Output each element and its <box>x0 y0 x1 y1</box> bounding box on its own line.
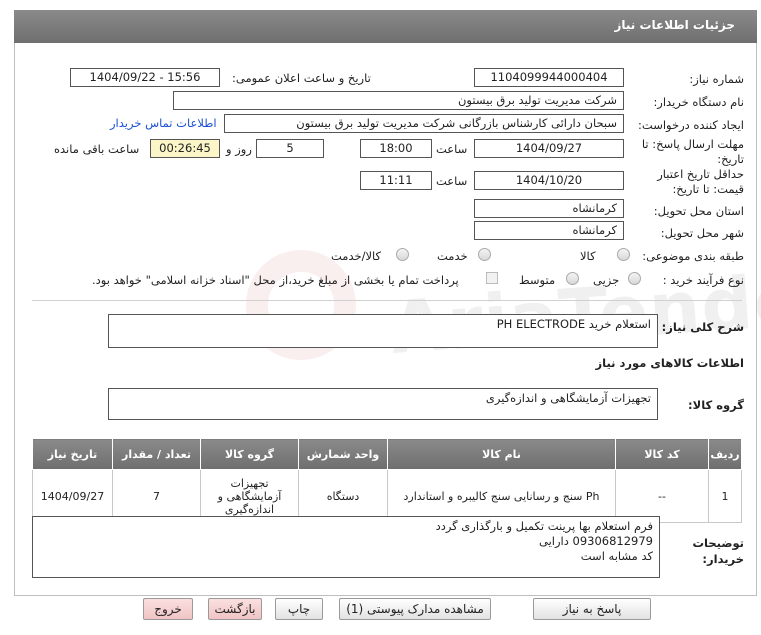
summary-label: شرح کلی نیاز: <box>661 320 744 334</box>
deadline-label: مهلت ارسال پاسخ: تا تاریخ: <box>641 137 744 166</box>
cell-row-number: 1 <box>708 469 742 523</box>
validity-time-label: ساعت <box>436 174 468 188</box>
province-field: کرمانشاه <box>474 199 624 218</box>
category-radio-service[interactable] <box>478 248 491 261</box>
need-number-label: شماره نیاز: <box>689 72 744 86</box>
th-need-date: تاریخ نیاز <box>32 438 113 470</box>
requester-label: ایجاد کننده درخواست: <box>638 118 744 132</box>
category-option-goods: کالا <box>580 249 596 263</box>
exit-button[interactable]: خروج <box>143 598 193 620</box>
cell-quantity: 7 <box>112 469 201 523</box>
contact-buyer-link[interactable]: اطلاعات تماس خریدار <box>110 116 217 130</box>
buyer-org-field: شرکت مدیریت تولید برق بیستون <box>173 91 624 110</box>
category-option-goods-service: کالا/خدمت <box>331 249 382 263</box>
section-divider <box>32 300 742 301</box>
buyer-notes-label: توضیحات خریدار: <box>692 536 745 566</box>
city-field: کرمانشاه <box>474 221 624 240</box>
goods-group-label: گروه کالا: <box>688 398 744 412</box>
days-label: روز و <box>226 142 252 156</box>
attachments-button[interactable]: مشاهده مدارک پیوستی (1) <box>339 598 491 620</box>
buyer-notes-line-1: فرم استعلام بها پرینت تکمیل و بارگذاری گ… <box>435 519 653 533</box>
deadline-date-field: 1404/09/27 <box>474 139 624 158</box>
table-header-row: ردیف کد کالا نام کالا واحد شمارش گروه کا… <box>32 438 742 470</box>
reply-button[interactable]: پاسخ به نیاز <box>533 598 651 620</box>
category-radio-goods-service[interactable] <box>396 248 409 261</box>
th-quantity: تعداد / مقدار <box>112 438 201 470</box>
deadline-time-label: ساعت <box>436 142 468 156</box>
announce-field: 1404/09/22 - 15:56 <box>70 68 220 87</box>
purchase-radio-medium[interactable] <box>566 272 579 285</box>
announce-label: تاریخ و ساعت اعلان عمومی: <box>232 71 371 85</box>
purchase-type-label: نوع فرآیند خرید : <box>662 273 744 287</box>
treasury-checkbox[interactable] <box>486 272 498 284</box>
province-label: استان محل تحویل: <box>653 204 744 218</box>
goods-section-title: اطلاعات کالاهای مورد نیاز <box>595 356 744 370</box>
summary-text: استعلام خرید PH ELECTRODE <box>496 317 651 331</box>
cell-goods-group: تجهیزات آزمایشگاهی و اندازه‌گیری <box>200 469 299 523</box>
cell-goods-code: -- <box>615 469 709 523</box>
remaining-label: ساعت باقی مانده <box>54 142 140 156</box>
cell-need-date: 1404/09/27 <box>32 469 113 523</box>
goods-group-text: تجهیزات آزمایشگاهی و اندازه‌گیری <box>485 391 651 405</box>
city-label: شهر محل تحویل: <box>660 226 744 240</box>
summary-textarea: استعلام خرید PH ELECTRODE <box>108 314 658 348</box>
th-goods-code: کد کالا <box>615 438 709 470</box>
buyer-notes-line-2: 09306812979 دارایی <box>539 534 653 548</box>
th-row-number: ردیف <box>708 438 742 470</box>
category-option-service: خدمت <box>437 249 468 263</box>
cell-unit: دستگاه <box>298 469 388 523</box>
buyer-notes-line-3: کد مشابه است <box>580 549 653 563</box>
need-number-field: 1104099944000404 <box>474 68 624 87</box>
panel-title: جزئیات اطلاعات نیاز <box>614 18 735 32</box>
th-goods-group: گروه کالا <box>200 438 299 470</box>
days-field: 5 <box>256 139 324 158</box>
print-button[interactable]: چاپ <box>275 598 323 620</box>
validity-date-field: 1404/10/20 <box>474 171 624 190</box>
purchase-option-medium: متوسط <box>519 273 556 287</box>
category-radio-goods[interactable] <box>617 248 630 261</box>
validity-label: حداقل تاریخ اعتبار قیمت: تا تاریخ: <box>657 167 744 196</box>
category-label: طبقه بندی موضوعی: <box>642 249 744 263</box>
validity-time-field: 11:11 <box>360 171 432 190</box>
th-goods-name: نام کالا <box>387 438 616 470</box>
back-button[interactable]: بازگشت <box>208 598 262 620</box>
buyer-notes-textarea: فرم استعلام بها پرینت تکمیل و بارگذاری گ… <box>32 516 660 578</box>
remaining-time-field: 00:26:45 <box>150 139 220 158</box>
goods-group-textarea: تجهیزات آزمایشگاهی و اندازه‌گیری <box>108 388 658 420</box>
cell-goods-name: Ph سنج و رسانایی سنج کالیبره و استاندارد <box>387 469 616 523</box>
table-row: 1 -- Ph سنج و رسانایی سنج کالیبره و استا… <box>32 469 742 523</box>
deadline-time-field: 18:00 <box>360 139 432 158</box>
requester-field: سبحان دارائی کارشناس بازرگانی شرکت مدیری… <box>224 114 624 133</box>
purchase-option-minor: جزیی <box>593 273 620 287</box>
th-unit: واحد شمارش <box>298 438 388 470</box>
purchase-radio-minor[interactable] <box>628 272 641 285</box>
treasury-note: پرداخت تمام یا بخشی از مبلغ خرید،از محل … <box>92 273 459 287</box>
items-table: ردیف کد کالا نام کالا واحد شمارش گروه کا… <box>32 438 742 523</box>
buyer-org-label: نام دستگاه خریدار: <box>653 95 744 109</box>
